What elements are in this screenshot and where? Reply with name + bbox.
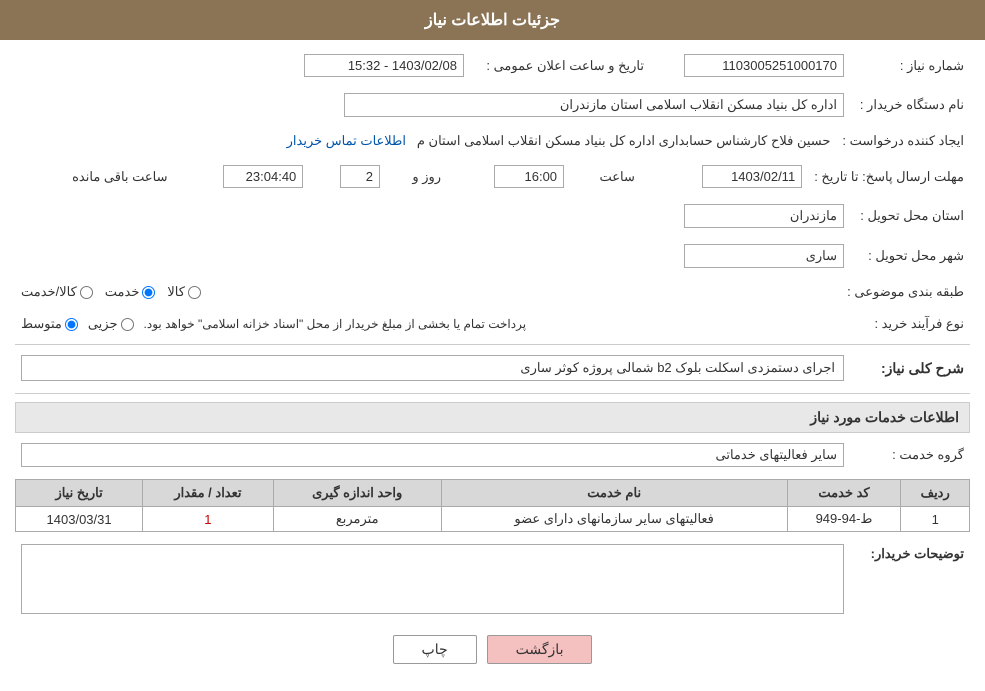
services-section-header: اطلاعات خدمات مورد نیاز: [15, 402, 970, 433]
response-deadline-label: مهلت ارسال پاسخ: تا تاریخ :: [808, 161, 970, 192]
table-cell-1: ط-94-949: [787, 507, 901, 532]
response-day: 2: [340, 165, 380, 188]
category-khadamat-label: خدمت: [105, 284, 140, 300]
col-header-quantity: تعداد / مقدار: [143, 480, 274, 507]
services-data-table: ردیف کد خدمت نام خدمت واحد اندازه گیری ت…: [15, 479, 970, 532]
buyer-notes-textarea[interactable]: [21, 544, 844, 614]
process-jozvi-item: جزیی: [88, 316, 134, 332]
info-table-row2: نام دستگاه خریدار : اداره کل بنیاد مسکن …: [15, 89, 970, 121]
page-wrapper: جزئیات اطلاعات نیاز شماره نیاز : 1103005…: [0, 0, 985, 691]
info-table-row5: استان محل تحویل : مازندران: [15, 200, 970, 232]
creator-link[interactable]: اطلاعات تماس خریدار: [287, 133, 406, 148]
date-label: تاریخ و ساعت اعلان عمومی :: [470, 50, 650, 81]
process-jozvi-radio[interactable]: [121, 318, 134, 331]
organization-label: نام دستگاه خریدار :: [850, 89, 970, 121]
page-header: جزئیات اطلاعات نیاز: [0, 0, 985, 40]
service-group-table: گروه خدمت : سایر فعالیتهای خدماتی: [15, 439, 970, 471]
main-content: شماره نیاز : 1103005251000170 تاریخ و سا…: [0, 40, 985, 684]
back-button[interactable]: بازگشت: [487, 635, 593, 664]
info-table-row1: شماره نیاز : 1103005251000170 تاریخ و سا…: [15, 50, 970, 81]
info-table-row8: نوع فرآیند خرید : متوسط جزیی پرداخت تمام…: [15, 312, 970, 336]
info-table-row7: طبقه بندی موضوعی : کالا/خدمت خدمت کالا: [15, 280, 970, 304]
response-time: 16:00: [494, 165, 564, 188]
delivery-province: مازندران: [684, 204, 844, 228]
col-header-name: نام خدمت: [441, 480, 787, 507]
category-radio-group: کالا/خدمت خدمت کالا: [21, 284, 835, 300]
buttons-row: بازگشت چاپ: [15, 635, 970, 664]
category-kala-khadamat-label: کالا/خدمت: [21, 284, 77, 300]
process-motavaset-radio[interactable]: [65, 318, 78, 331]
response-date: 1403/02/11: [702, 165, 802, 188]
col-header-unit: واحد اندازه گیری: [273, 480, 441, 507]
table-row: 1ط-94-949فعالیتهای سایر سازمانهای دارای …: [16, 507, 970, 532]
general-desc-table: شرح کلی نیاز: اجرای دستمزدی اسکلت بلوک b…: [15, 351, 970, 385]
order-number-value: 1103005251000170: [684, 54, 844, 77]
category-label: طبقه بندی موضوعی :: [841, 280, 970, 304]
info-table-row3: ایجاد کننده درخواست : حسین فلاح کارشناس …: [15, 129, 970, 153]
col-header-row: ردیف: [901, 480, 970, 507]
category-kala-item: کالا: [167, 284, 201, 300]
process-jozvi-label: جزیی: [88, 316, 118, 332]
buyer-notes-label: توضیحات خریدار:: [850, 540, 970, 621]
table-cell-2: فعالیتهای سایر سازمانهای دارای عضو: [441, 507, 787, 532]
page-title: جزئیات اطلاعات نیاز: [425, 12, 560, 29]
process-type-label: نوع فرآیند خرید :: [850, 312, 970, 336]
general-description-section-label: شرح کلی نیاز:: [850, 351, 970, 385]
creator-value: حسین فلاح کارشناس حسابداری اداره کل بنیا…: [417, 133, 831, 148]
table-cell-3: مترمربع: [273, 507, 441, 532]
process-motavaset-label: متوسط: [21, 316, 62, 332]
category-khadamat-item: خدمت: [105, 284, 156, 300]
response-day-label: روز و: [386, 161, 449, 192]
service-group-value: سایر فعالیتهای خدماتی: [21, 443, 844, 467]
col-header-date: تاریخ نیاز: [16, 480, 143, 507]
category-kala-label: کالا: [167, 284, 185, 300]
order-number-label: شماره نیاز :: [850, 50, 970, 81]
service-group-label: گروه خدمت :: [850, 439, 970, 471]
response-remaining-label: ساعت باقی مانده: [15, 161, 174, 192]
process-motavaset-item: متوسط: [21, 316, 78, 332]
response-time-label: ساعت: [570, 161, 643, 192]
delivery-city-label: شهر محل تحویل :: [850, 240, 970, 272]
delivery-city: ساری: [684, 244, 844, 268]
buyer-notes-table: توضیحات خریدار:: [15, 540, 970, 621]
category-kala-radio[interactable]: [188, 286, 201, 299]
table-cell-4: 1: [143, 507, 274, 532]
date-value: 1403/02/08 - 15:32: [304, 54, 464, 77]
col-header-code: کد خدمت: [787, 480, 901, 507]
general-description-value: اجرای دستمزدی اسکلت بلوک b2 شمالی پروژه …: [21, 355, 844, 381]
info-table-row6: شهر محل تحویل : ساری: [15, 240, 970, 272]
category-khadamat-radio[interactable]: [142, 286, 155, 299]
print-button[interactable]: چاپ: [393, 635, 477, 664]
creator-label: ایجاد کننده درخواست :: [836, 129, 970, 153]
category-kala-khadamat-item: کالا/خدمت: [21, 284, 93, 300]
table-cell-5: 1403/03/31: [16, 507, 143, 532]
process-note: پرداخت تمام یا بخشی از مبلغ خریدار از مح…: [144, 317, 527, 331]
category-kala-khadamat-radio[interactable]: [80, 286, 93, 299]
delivery-province-label: استان محل تحویل :: [850, 200, 970, 232]
response-remaining: 23:04:40: [223, 165, 303, 188]
info-table-row4: مهلت ارسال پاسخ: تا تاریخ : 1403/02/11 س…: [15, 161, 970, 192]
organization-value: اداره کل بنیاد مسکن انقلاب اسلامی استان …: [344, 93, 844, 117]
table-cell-0: 1: [901, 507, 970, 532]
